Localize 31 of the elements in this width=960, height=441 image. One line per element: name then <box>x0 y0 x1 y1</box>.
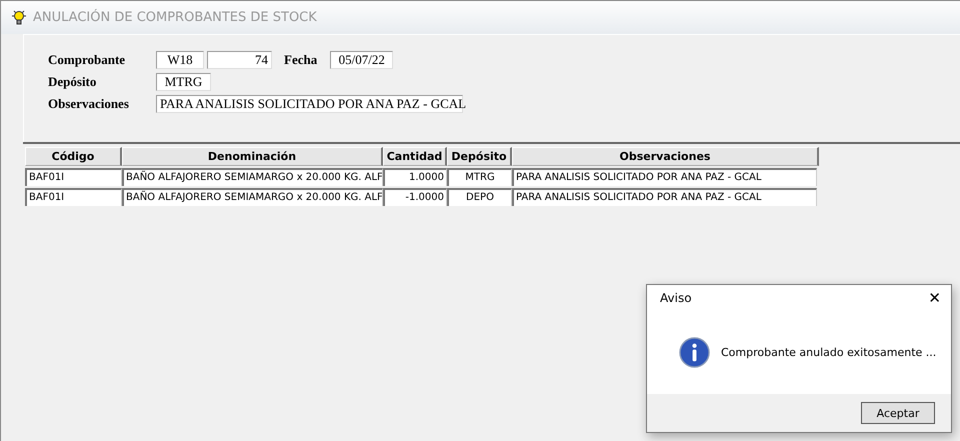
input-field[interactable]: PARA ANALISIS SOLICITADO POR ANA PAZ - GCAL <box>156 95 463 113</box>
lightbulb-icon <box>11 10 27 26</box>
input-field[interactable]: MTRG <box>156 73 211 91</box>
field-label: Depósito <box>48 74 98 90</box>
table-cell: MTRG <box>447 168 512 186</box>
column-header[interactable]: Observaciones <box>512 147 819 166</box>
column-header[interactable]: Denominación <box>122 147 383 166</box>
column-header[interactable]: Código <box>25 147 122 166</box>
table-cell: BAF01I <box>25 188 122 206</box>
input-field[interactable]: W18 <box>156 51 204 69</box>
table-cell: BAF01I <box>25 168 122 186</box>
table-cell: -1.0000 <box>383 188 447 206</box>
field-label: Fecha <box>284 52 318 68</box>
table-cell: PARA ANALISIS SOLICITADO POR ANA PAZ - GCAL <box>512 168 817 186</box>
table-cell: DEPO <box>447 188 512 206</box>
column-header[interactable]: Cantidad <box>383 147 447 166</box>
accept-button[interactable]: Aceptar <box>861 402 935 424</box>
input-field[interactable]: 05/07/22 <box>330 51 394 69</box>
table-cell: BAÑO ALFAJORERO SEMIAMARGO x 20.000 KG. ALF <box>122 188 383 206</box>
dialog-message: Comprobante anulado exitosamente ... <box>721 346 936 359</box>
close-button[interactable]: ✕ <box>928 289 941 307</box>
table-cell: BAÑO ALFAJORERO SEMIAMARGO x 20.000 KG. ALF <box>122 168 383 186</box>
info-icon <box>679 337 710 368</box>
field-label: Observaciones <box>48 96 130 112</box>
table-cell: 1.0000 <box>383 168 447 186</box>
dialog-title: Aviso <box>660 291 692 305</box>
window-title: ANULACIÓN DE COMPROBANTES DE STOCK <box>33 10 317 25</box>
input-field[interactable]: 74 <box>207 51 272 69</box>
column-header[interactable]: Depósito <box>447 147 512 166</box>
table-cell: PARA ANALISIS SOLICITADO POR ANA PAZ - GCAL <box>512 188 817 206</box>
field-label: Comprobante <box>48 52 126 68</box>
